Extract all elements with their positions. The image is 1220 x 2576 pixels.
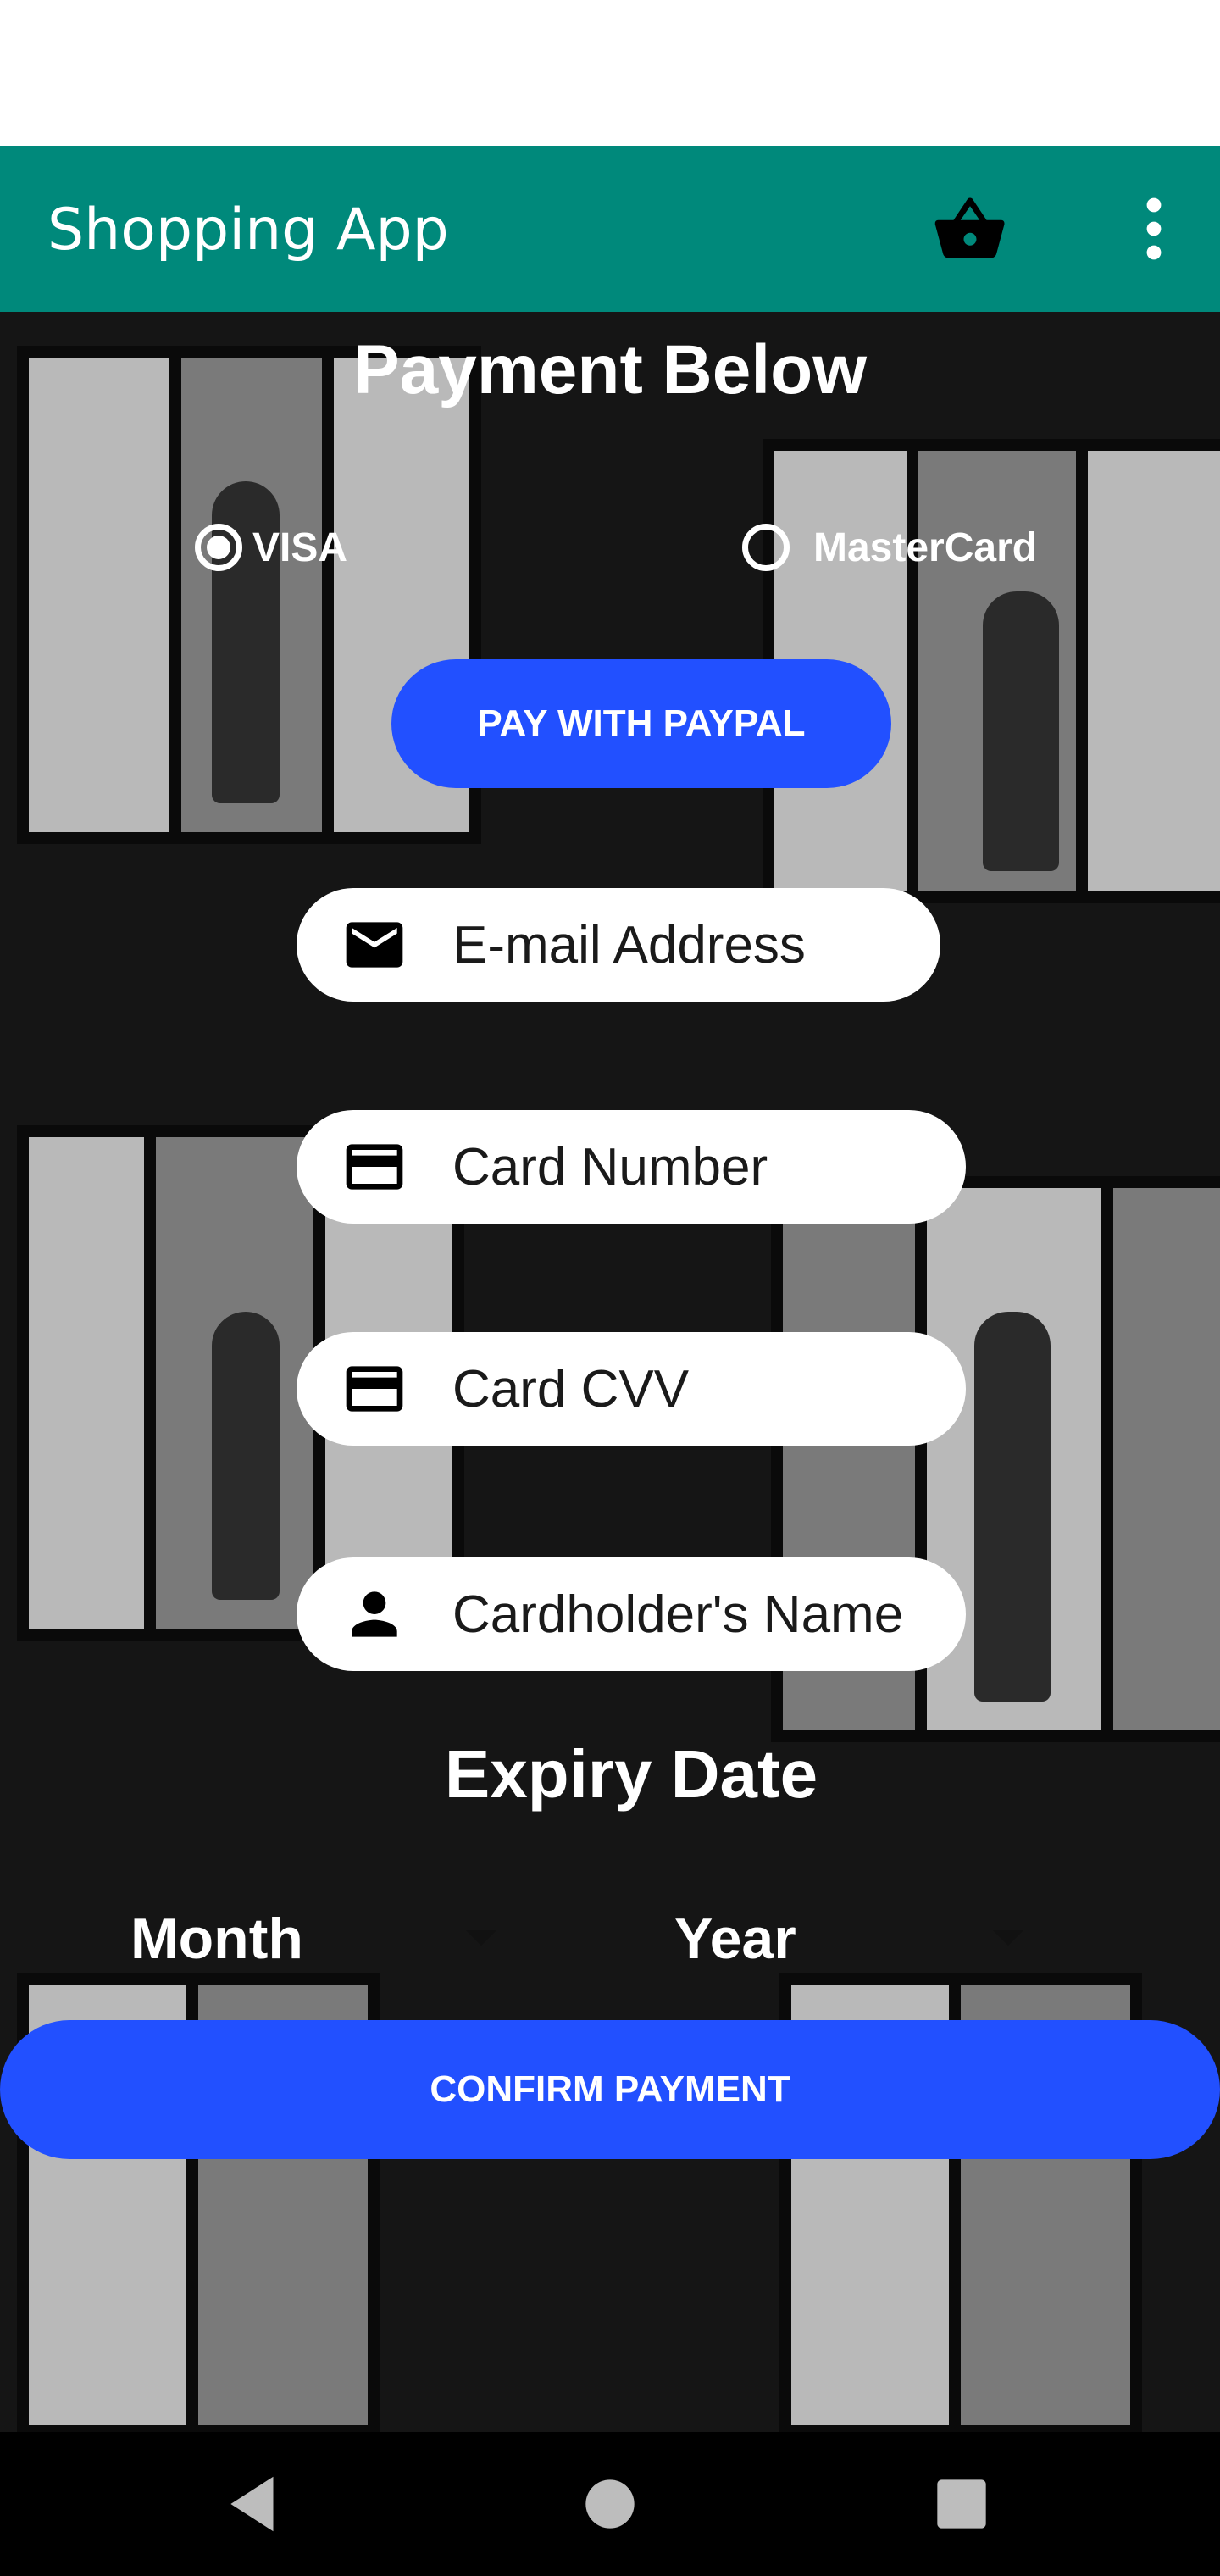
status-bar bbox=[0, 0, 1220, 146]
email-input[interactable] bbox=[451, 913, 929, 976]
radio-unchecked-icon bbox=[742, 524, 790, 571]
card-number-input[interactable] bbox=[451, 1135, 929, 1198]
more-vert-icon[interactable] bbox=[1135, 193, 1173, 264]
month-select[interactable]: Month bbox=[130, 1896, 503, 1981]
recents-square-icon[interactable] bbox=[925, 2468, 998, 2540]
navigation-bar bbox=[0, 2432, 1220, 2576]
app-bar: Shopping App bbox=[0, 146, 1220, 312]
cardholder-name-input[interactable] bbox=[451, 1583, 929, 1646]
mail-icon bbox=[346, 922, 403, 968]
person-icon bbox=[352, 1591, 397, 1637]
visa-label: VISA bbox=[252, 525, 348, 570]
card-number-field[interactable] bbox=[297, 1110, 966, 1224]
credit-card-icon bbox=[346, 1144, 403, 1190]
home-circle-icon[interactable] bbox=[574, 2468, 646, 2540]
credit-card-icon bbox=[346, 1366, 403, 1412]
year-label: Year bbox=[674, 1907, 796, 1971]
pay-with-paypal-button[interactable]: PAY WITH PAYPAL bbox=[391, 659, 891, 788]
year-select[interactable]: Year bbox=[674, 1896, 1047, 1981]
mastercard-label: MasterCard bbox=[813, 525, 1038, 570]
app-title: Shopping App bbox=[47, 197, 449, 264]
card-cvv-field[interactable] bbox=[297, 1332, 966, 1446]
back-triangle-icon[interactable] bbox=[219, 2468, 291, 2540]
radio-checked-icon bbox=[195, 524, 242, 571]
dropdown-arrow-icon bbox=[993, 1930, 1023, 1946]
payment-screen: Payment Below VISA MasterCard PAY WITH P… bbox=[0, 312, 1220, 2432]
basket-icon[interactable] bbox=[932, 192, 1008, 268]
page-title: Payment Below bbox=[352, 331, 868, 408]
month-label: Month bbox=[130, 1907, 303, 1971]
visa-radio[interactable]: VISA bbox=[195, 524, 347, 571]
confirm-payment-button[interactable]: CONFIRM PAYMENT bbox=[0, 2020, 1220, 2159]
expiry-date-title: Expiry Date bbox=[444, 1736, 818, 1812]
mastercard-radio[interactable]: MasterCard bbox=[742, 524, 1037, 571]
dropdown-arrow-icon bbox=[466, 1930, 496, 1946]
email-field[interactable] bbox=[297, 888, 940, 1002]
card-cvv-input[interactable] bbox=[451, 1357, 929, 1420]
cardholder-name-field[interactable] bbox=[297, 1557, 966, 1671]
